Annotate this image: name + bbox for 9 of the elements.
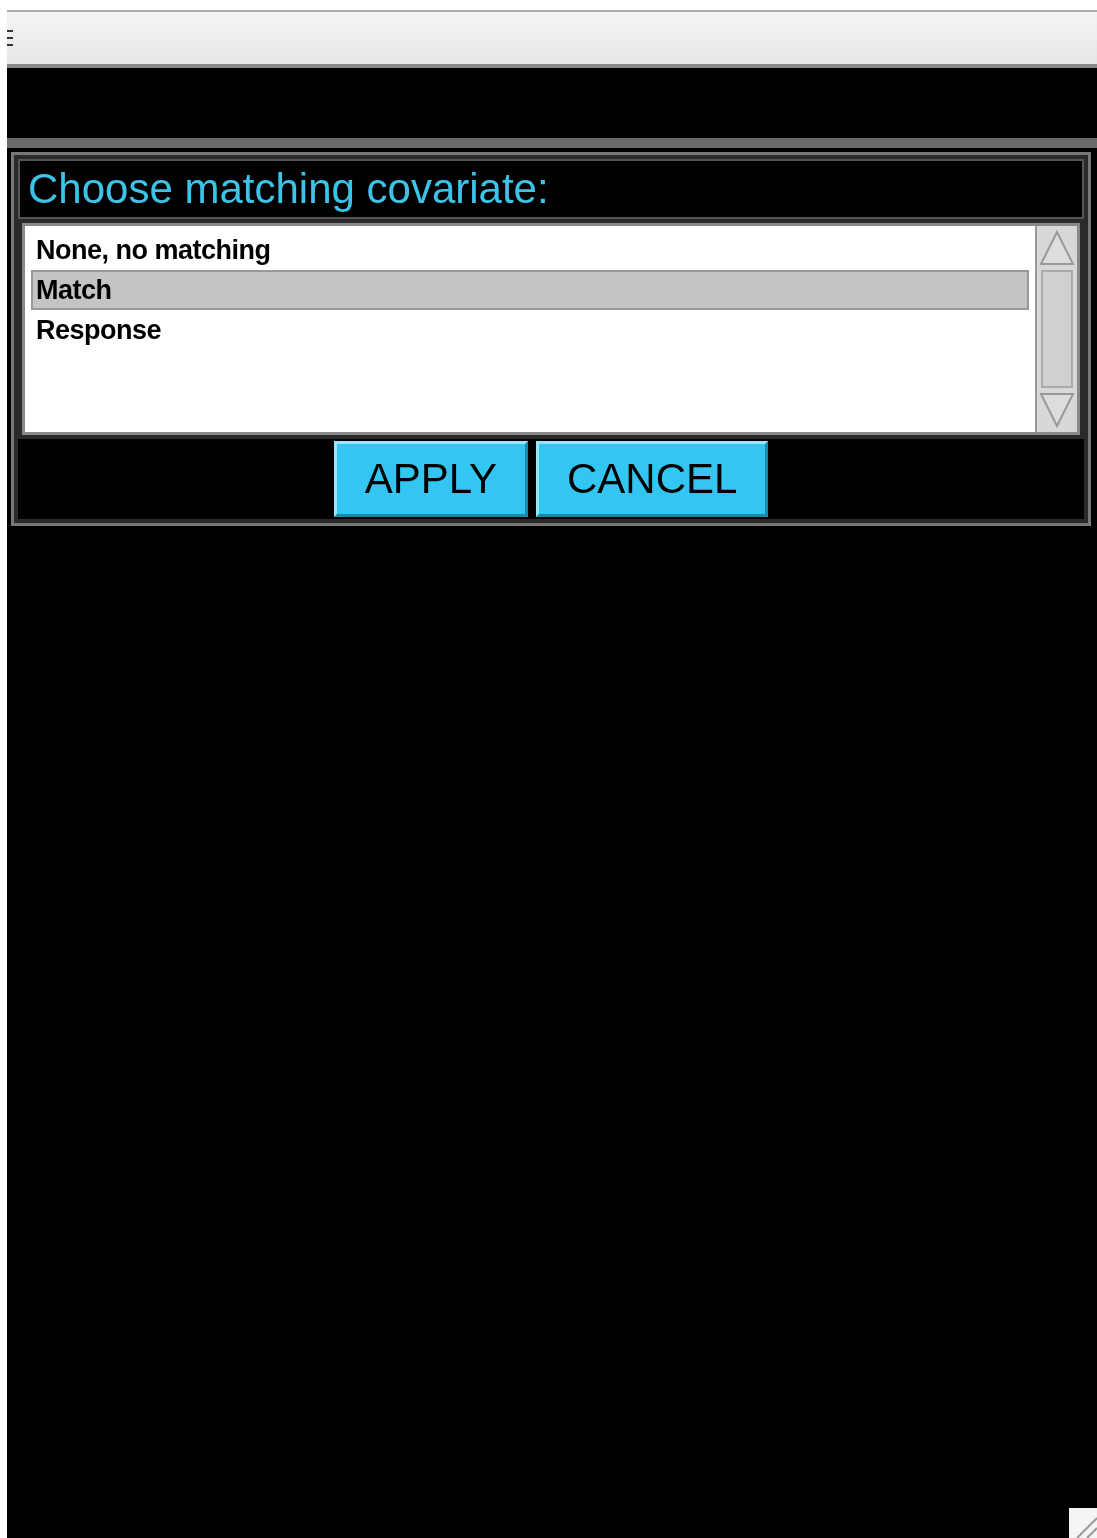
- dialog-button[interactable]: CANCEL: [535, 441, 769, 517]
- dialog-button[interactable]: APPLY: [333, 441, 528, 517]
- scrollbar[interactable]: [1035, 226, 1077, 432]
- resize-grip-icon[interactable]: [1069, 1508, 1097, 1538]
- list-item[interactable]: Match: [31, 270, 1029, 310]
- dialog-title: Choose matching covariate:: [18, 159, 1084, 219]
- list-item[interactable]: None, no matching: [31, 230, 1029, 270]
- grip-icon: [7, 29, 13, 47]
- list-item[interactable]: Response: [31, 310, 1029, 350]
